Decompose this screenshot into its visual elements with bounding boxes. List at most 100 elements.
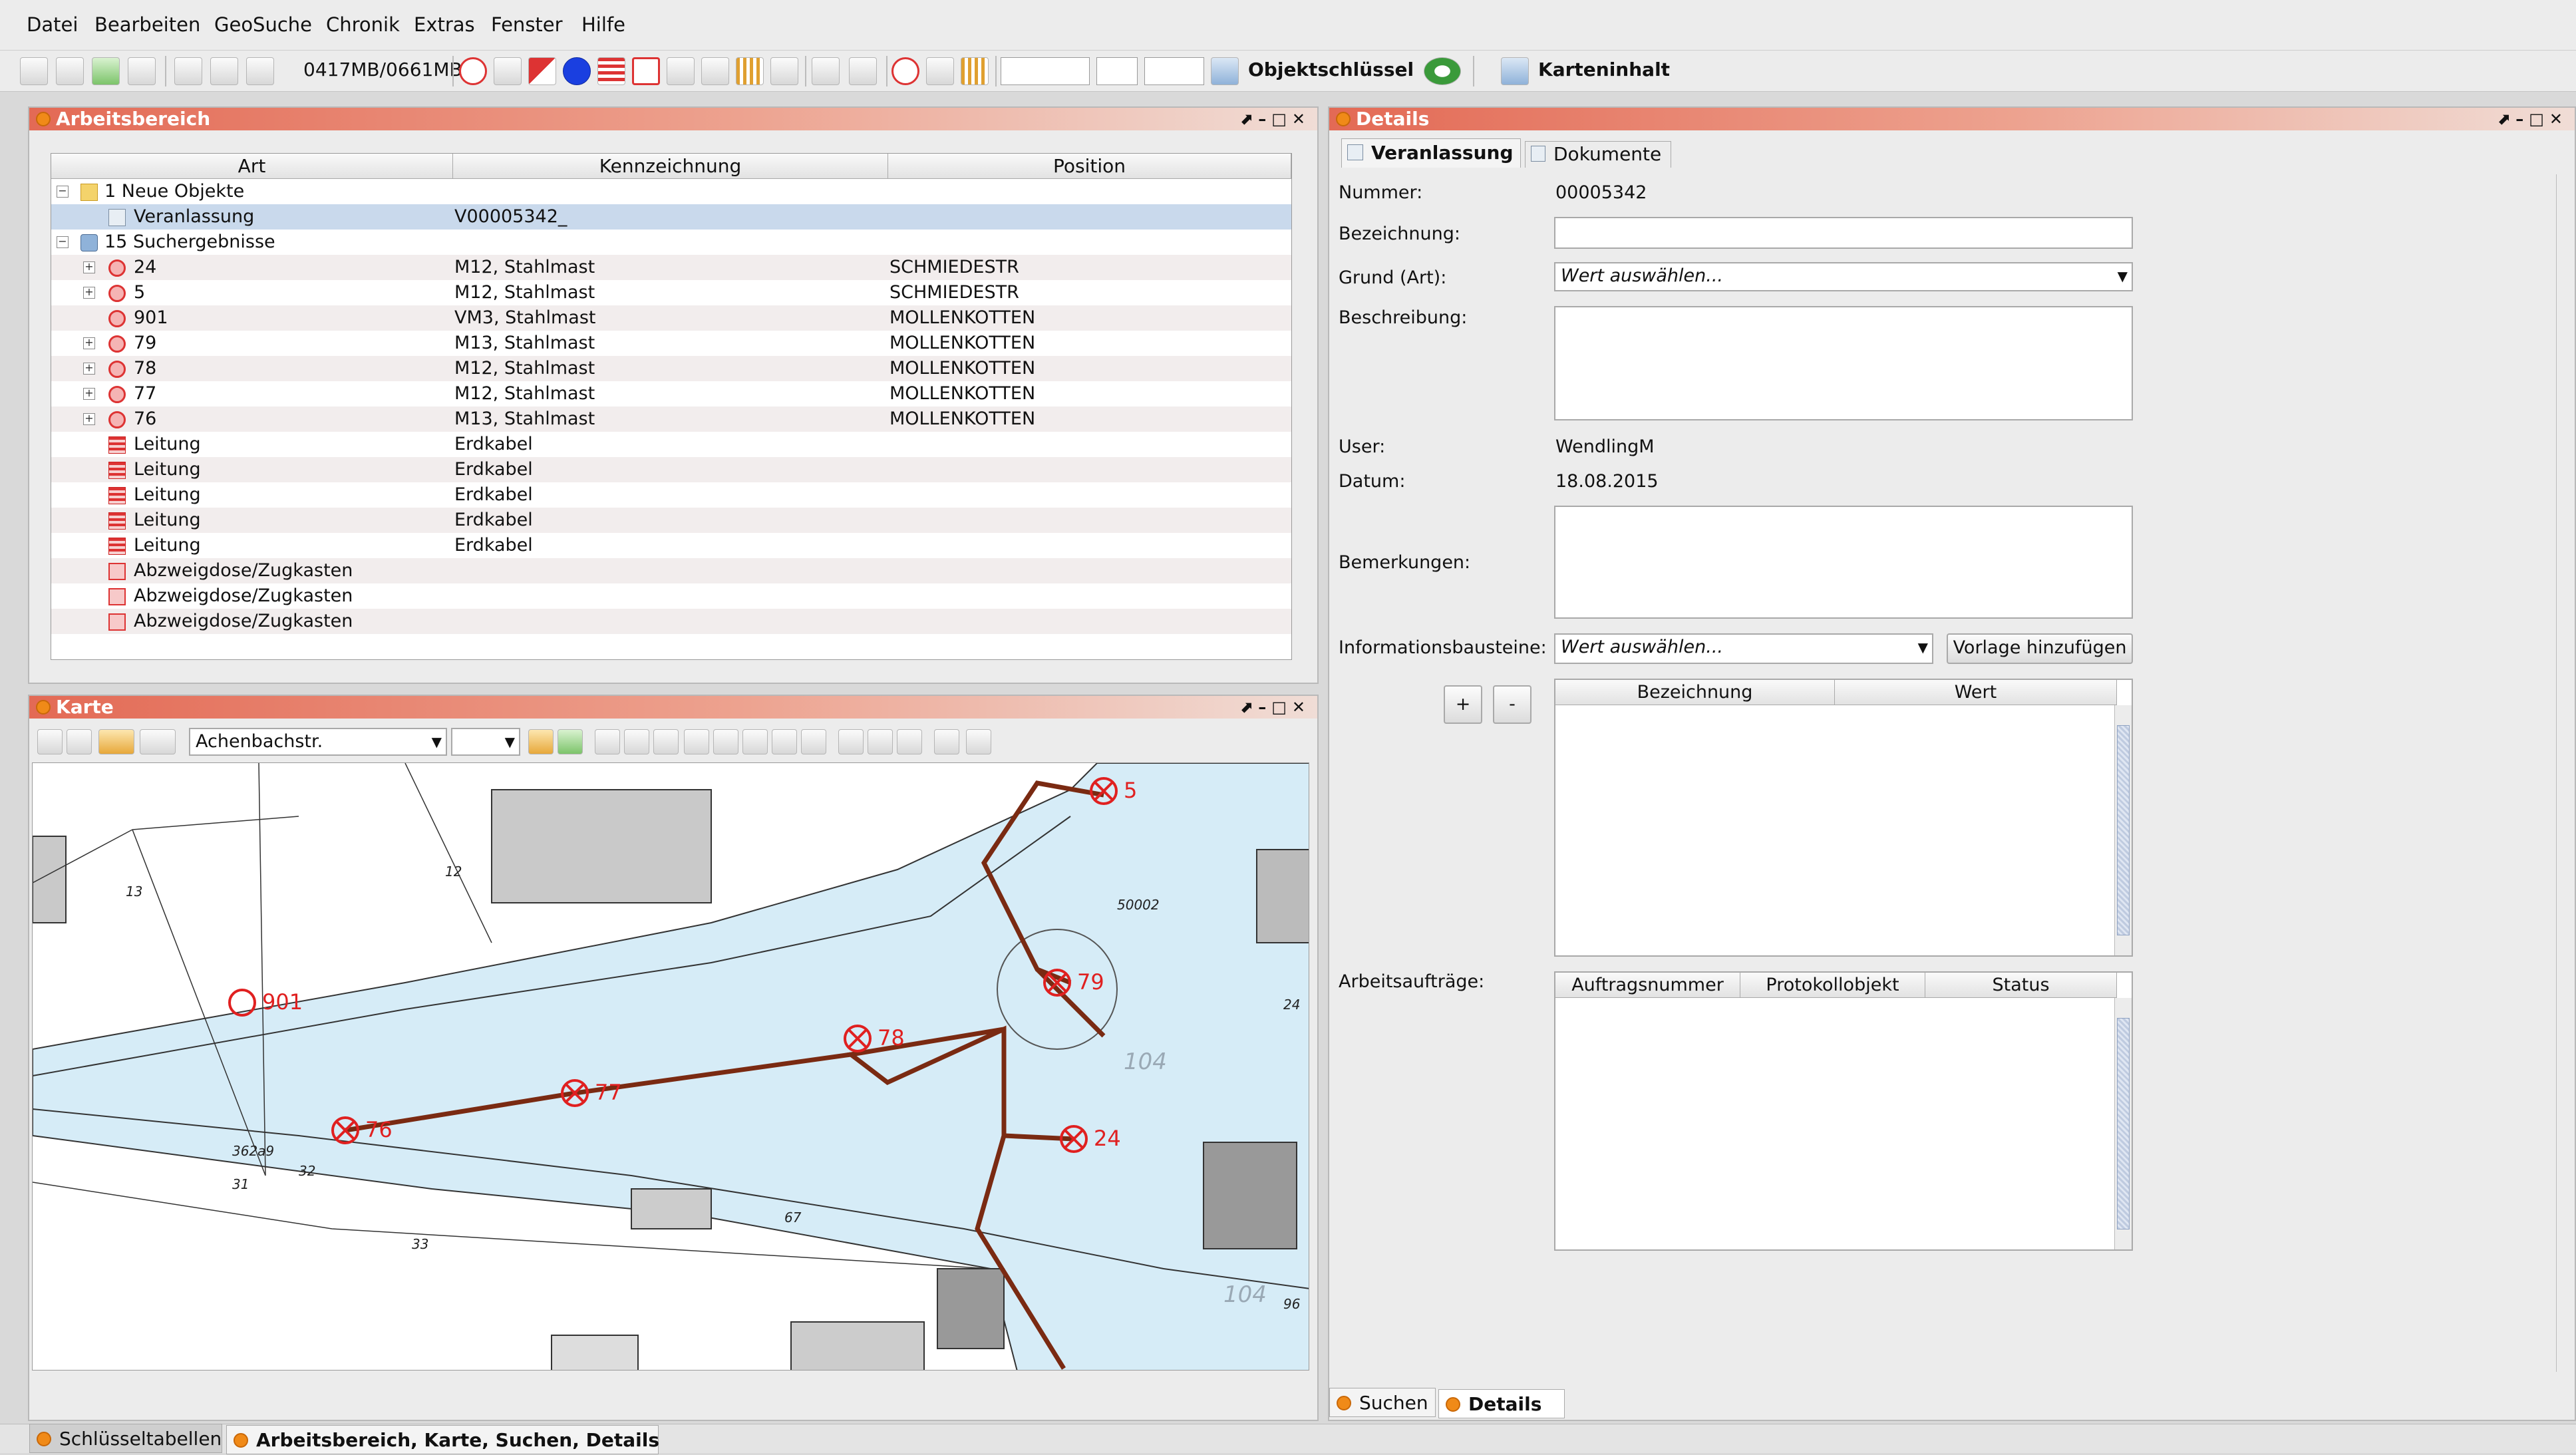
mauerlasche-icon[interactable]	[736, 57, 764, 85]
menu-bearbeiten[interactable]: Bearbeiten	[94, 13, 200, 36]
map-canvas[interactable]: 5 79 78 77 76 24 901 13 12 31 32 33 67 24 104 104 96 500…	[33, 763, 1309, 1371]
vertical-scrollbar[interactable]	[2114, 705, 2132, 955]
expand-icon[interactable]: +	[83, 337, 95, 349]
column-header-kennzeichnung[interactable]: Kennzeichnung	[453, 154, 888, 179]
paste-icon[interactable]	[849, 57, 877, 85]
column-header-art[interactable]: Art	[51, 154, 453, 179]
tree-row[interactable]: +79 M13, Stahlmast MOLLENKOTTEN	[51, 331, 1291, 356]
details-tab-suchen[interactable]: Suchen	[1329, 1388, 1436, 1417]
point-icon[interactable]	[563, 57, 591, 85]
column-header-protokollobjekt[interactable]: Protokollobjekt	[1740, 973, 1925, 998]
pan-icon[interactable]	[713, 729, 738, 754]
menu-chronik[interactable]: Chronik	[326, 13, 400, 36]
panel-window-controls[interactable]: ⬈–□✕	[1239, 696, 1311, 719]
leitung-icon[interactable]	[597, 57, 625, 85]
zoom-extent-icon[interactable]	[37, 729, 63, 754]
beschreibung-textarea[interactable]	[1554, 306, 2133, 420]
menu-hilfe[interactable]: Hilfe	[581, 13, 625, 36]
refresh-icon[interactable]	[246, 57, 274, 85]
expand-icon[interactable]: +	[83, 363, 95, 375]
expand-icon[interactable]: +	[83, 287, 95, 299]
split-icon[interactable]	[868, 729, 893, 754]
tab-veranlassung[interactable]: Veranlassung	[1341, 138, 1521, 168]
tree-row[interactable]: +24 M12, Stahlmast SCHMIEDESTR	[51, 255, 1291, 280]
bezeichnung-input[interactable]	[1554, 217, 2133, 249]
collapse-icon[interactable]: −	[57, 236, 69, 248]
street-combo[interactable]: Achenbachstr. ▼	[189, 728, 447, 756]
vorlage-hinzufuegen-button[interactable]: Vorlage hinzufügen	[1947, 633, 2133, 664]
details-tab-details[interactable]: Details	[1438, 1389, 1565, 1418]
tree-row[interactable]: Leitung Erdkabel	[51, 533, 1291, 558]
bemerkungen-textarea[interactable]	[1554, 506, 2133, 619]
print-preview-icon[interactable]	[210, 57, 238, 85]
search-field-3[interactable]	[1144, 57, 1204, 85]
tree-row[interactable]: Leitung Erdkabel	[51, 508, 1291, 533]
new-icon[interactable]	[20, 57, 48, 85]
forward-icon[interactable]	[140, 729, 176, 754]
menu-extras[interactable]: Extras	[414, 13, 475, 36]
expand-icon[interactable]: +	[83, 413, 95, 425]
tab-arbeitsbereich-karte[interactable]: Arbeitsbereich, Karte, Suchen, Details	[226, 1425, 659, 1454]
column-header-wert[interactable]: Wert	[1835, 680, 2117, 705]
print-icon[interactable]	[174, 57, 202, 85]
tree-row[interactable]: Leitung Erdkabel	[51, 482, 1291, 508]
zoom-selection-icon[interactable]	[67, 729, 92, 754]
mast-marker[interactable]: 901	[228, 989, 303, 1017]
panel-window-controls[interactable]: ⬈–□✕	[2497, 108, 2568, 130]
zoom-icon[interactable]	[684, 729, 709, 754]
karteninhalt-icon[interactable]	[1501, 57, 1529, 85]
remove-vertex-icon[interactable]	[801, 729, 826, 754]
karteninhalt-label[interactable]: Karteninhalt	[1538, 59, 1670, 81]
search-field-1[interactable]	[1001, 57, 1090, 85]
accept-icon[interactable]	[92, 57, 120, 85]
search-mast-icon[interactable]	[891, 57, 919, 85]
copy-icon[interactable]	[812, 57, 840, 85]
collapse-icon[interactable]: −	[57, 186, 69, 198]
map-tool-1-icon[interactable]	[595, 729, 620, 754]
m-plugin-icon[interactable]	[1424, 57, 1461, 85]
tree-row[interactable]: − 15 Suchergebnisse	[51, 230, 1291, 255]
draw-icon[interactable]	[934, 729, 959, 754]
add-vertex-icon[interactable]	[772, 729, 797, 754]
abzweigdose-icon[interactable]	[667, 57, 695, 85]
panel-window-controls[interactable]: ⬈–□✕	[1239, 108, 1311, 130]
schaltstelle-icon[interactable]	[632, 57, 660, 85]
menu-datei[interactable]: Datei	[27, 13, 78, 36]
tree-row[interactable]: Abzweigdose/Zugkasten	[51, 609, 1291, 634]
mast-icon[interactable]	[459, 57, 487, 85]
column-header-position[interactable]: Position	[888, 154, 1291, 179]
map-view[interactable]: 5 79 78 77 76 24 901 13 12 31 32 33 67 24 104 104 96 500…	[32, 762, 1309, 1371]
tree-row[interactable]: Veranlassung V00005342_	[51, 204, 1291, 230]
cancel-icon[interactable]	[128, 57, 156, 85]
leuchte-icon[interactable]	[528, 57, 556, 85]
standort-icon[interactable]	[701, 57, 729, 85]
edit-icon[interactable]	[56, 57, 84, 85]
tree-row[interactable]: +77 M12, Stahlmast MOLLENKOTTEN	[51, 381, 1291, 406]
geometrie-icon[interactable]	[770, 57, 798, 85]
informationsbausteine-select[interactable]: Wert auswählen... ▼	[1554, 633, 1933, 664]
column-header-bezeichnung[interactable]: Bezeichnung	[1555, 680, 1835, 705]
scrollbar-thumb[interactable]	[2117, 725, 2130, 935]
search-schaltstelle-icon[interactable]	[926, 57, 954, 85]
back-icon[interactable]	[98, 729, 134, 754]
expand-icon[interactable]: +	[83, 261, 95, 273]
column-header-auftragsnummer[interactable]: Auftragsnummer	[1555, 973, 1740, 998]
menu-fenster[interactable]: Fenster	[491, 13, 563, 36]
measure-icon[interactable]	[838, 729, 864, 754]
vertical-scrollbar[interactable]	[2114, 998, 2132, 1249]
expand-icon[interactable]: +	[83, 388, 95, 400]
join-icon[interactable]	[897, 729, 922, 754]
remove-row-button[interactable]: -	[1493, 685, 1531, 724]
tree-row[interactable]: +76 M13, Stahlmast MOLLENKOTTEN	[51, 406, 1291, 432]
map-tool-2-icon[interactable]	[624, 729, 649, 754]
tree-row[interactable]: Abzweigdose/Zugkasten	[51, 583, 1291, 609]
tree-row[interactable]: Abzweigdose/Zugkasten	[51, 558, 1291, 583]
grund-select[interactable]: Wert auswählen... ▼	[1554, 262, 2133, 291]
menu-geosuche[interactable]: GeoSuche	[214, 13, 312, 36]
scale-combo[interactable]: ▼	[451, 728, 520, 756]
tab-dokumente[interactable]: Dokumente	[1525, 141, 1671, 168]
objektschluessel-search-icon[interactable]	[1211, 57, 1239, 85]
print-map-icon[interactable]	[966, 729, 991, 754]
refresh-map-icon[interactable]	[558, 729, 583, 754]
delete-mast-icon[interactable]	[494, 57, 522, 85]
